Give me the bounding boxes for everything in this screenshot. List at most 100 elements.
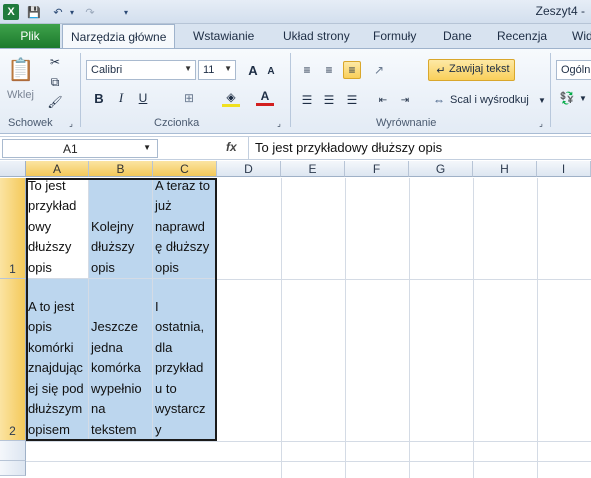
tab-file[interactable]: Plik: [0, 24, 60, 48]
font-name-value: Calibri: [91, 64, 123, 76]
tab-formulas[interactable]: Formuły: [373, 24, 416, 48]
cell-line: jedna: [91, 339, 123, 355]
ribbon: 📋 Wklej ✂ ⧉ 🖌 Schowek ⌟ Calibri ▼ 11 ▼ A…: [0, 48, 591, 134]
cell-line: Kolejny: [91, 218, 134, 234]
cut-icon[interactable]: ✂: [46, 53, 64, 71]
cell-line: opis: [91, 259, 115, 275]
cell-line: wypełnio: [91, 380, 142, 396]
paste-icon[interactable]: 📋: [7, 55, 34, 85]
formula-input[interactable]: To jest przykładowy dłuższy opis: [248, 137, 591, 159]
redo-icon[interactable]: ↷: [82, 3, 98, 21]
fill-color-icon[interactable]: ◈: [222, 89, 240, 107]
cell-c2[interactable]: I ostatnia, dla przykład u to wystarcz y: [153, 279, 217, 441]
column-header-b[interactable]: B: [89, 161, 153, 177]
italic-button[interactable]: I: [112, 89, 130, 107]
number-format-combo[interactable]: Ogóln: [556, 60, 591, 80]
column-header-f[interactable]: F: [345, 161, 409, 177]
font-color-icon[interactable]: A: [256, 88, 274, 106]
cell-line: A to jest: [28, 298, 75, 314]
merge-center-icon[interactable]: ⇔: [430, 91, 448, 109]
font-launcher-icon[interactable]: ⌟: [274, 117, 284, 129]
cell-line: opisem: [28, 421, 70, 437]
cell-a2[interactable]: A to jest opis komórki znajdując ej się …: [26, 279, 89, 441]
align-top-icon[interactable]: ≡: [298, 61, 316, 79]
worksheet-grid[interactable]: A B C D E F G H I 1 2 To jest przykład o…: [0, 161, 591, 478]
alignment-group-label: Wyrównanie: [376, 117, 437, 129]
gridline: [281, 178, 282, 478]
row-header-2[interactable]: 2: [0, 279, 26, 441]
merge-dropdown-icon[interactable]: ▼: [533, 91, 551, 109]
cell-line: komórka: [91, 360, 141, 375]
increase-indent-icon[interactable]: ⇥: [396, 91, 414, 109]
cell-line: na: [91, 401, 106, 416]
clipboard-launcher-icon[interactable]: ⌟: [66, 117, 76, 129]
tab-page-layout[interactable]: Układ strony: [283, 24, 350, 48]
row-header-3[interactable]: [0, 441, 26, 461]
cell-line: tekstem: [91, 421, 137, 437]
name-box[interactable]: A1 ▼: [2, 139, 158, 158]
tab-insert[interactable]: Wstawianie: [193, 24, 254, 48]
tab-data[interactable]: Dane: [443, 24, 472, 48]
cell-line: ostatnia,: [155, 319, 205, 334]
cell-b2[interactable]: Jeszcze jedna komórka wypełnio na tekste…: [89, 279, 153, 441]
font-size-combo[interactable]: 11 ▼: [198, 60, 236, 80]
row-header-1[interactable]: 1: [0, 178, 26, 279]
select-all-button[interactable]: [0, 161, 26, 177]
column-header-i[interactable]: I: [537, 161, 591, 177]
align-right-icon[interactable]: ☰: [343, 91, 361, 109]
wrap-text-icon: ↵: [436, 64, 446, 77]
grow-font-icon[interactable]: A: [244, 61, 262, 79]
column-header-h[interactable]: H: [473, 161, 537, 177]
cell-line: przykład: [28, 198, 77, 213]
align-bottom-icon[interactable]: ≡: [343, 61, 361, 79]
format-painter-icon[interactable]: 🖌: [46, 93, 64, 111]
undo-dropdown-icon[interactable]: ▾: [64, 3, 80, 21]
shrink-font-icon[interactable]: A: [262, 62, 280, 80]
cell-line: I: [155, 298, 159, 314]
excel-logo-icon[interactable]: X: [3, 4, 19, 20]
save-icon[interactable]: 💾: [26, 3, 42, 21]
currency-dropdown-icon[interactable]: ▼: [574, 89, 591, 107]
cell-line: u to: [155, 380, 177, 396]
separator: [550, 53, 551, 127]
font-size-value: 11: [203, 64, 215, 76]
cell-line: komórki: [28, 339, 74, 355]
row-number: 2: [9, 424, 16, 438]
cell-c1[interactable]: A teraz to już naprawd ę dłuższy opis: [153, 178, 217, 279]
cell-line: opis: [155, 259, 179, 275]
align-center-icon[interactable]: ☰: [320, 91, 338, 109]
gridline: [26, 461, 591, 462]
tab-home[interactable]: Narzędzia główne: [62, 24, 176, 48]
row-header-4[interactable]: [0, 461, 26, 476]
alignment-launcher-icon[interactable]: ⌟: [536, 117, 546, 129]
formula-bar: A1 ▼ fx To jest przykładowy dłuższy opis: [0, 136, 591, 160]
cell-line: przykład: [155, 360, 204, 375]
column-header-d[interactable]: D: [217, 161, 281, 177]
paste-button[interactable]: Wklej: [7, 89, 34, 101]
column-header-g[interactable]: G: [409, 161, 473, 177]
font-name-combo[interactable]: Calibri ▼: [86, 60, 196, 80]
column-header-e[interactable]: E: [281, 161, 345, 177]
decrease-indent-icon[interactable]: ⇤: [374, 91, 392, 109]
column-header-c[interactable]: C: [153, 161, 217, 177]
gridline: [409, 178, 410, 478]
tab-view[interactable]: Wid: [572, 24, 591, 48]
insert-function-icon[interactable]: fx: [226, 140, 237, 154]
tab-review[interactable]: Recenzja: [497, 24, 547, 48]
orientation-icon[interactable]: ↗: [370, 61, 388, 79]
gridline: [537, 178, 538, 478]
customize-qat-icon[interactable]: ▾: [118, 3, 134, 21]
cell-a1[interactable]: To jest przykład owy dłuższy opis: [26, 178, 89, 279]
cell-line: owy: [28, 218, 52, 234]
column-header-a[interactable]: A: [26, 161, 89, 177]
borders-icon[interactable]: ⊞: [180, 89, 198, 107]
bold-button[interactable]: B: [90, 89, 108, 107]
font-group-label: Czcionka: [154, 117, 200, 129]
underline-button[interactable]: U: [134, 89, 152, 107]
merge-center-button[interactable]: Scal i wyśrodkuj: [450, 94, 529, 106]
ribbon-tabs: Plik Narzędzia główne Wstawianie Układ s…: [0, 24, 591, 48]
align-left-icon[interactable]: ☰: [298, 91, 316, 109]
copy-icon[interactable]: ⧉: [46, 73, 64, 91]
align-middle-icon[interactable]: ≡: [320, 61, 338, 79]
cell-b1[interactable]: Kolejny dłuższy opis: [89, 178, 153, 279]
